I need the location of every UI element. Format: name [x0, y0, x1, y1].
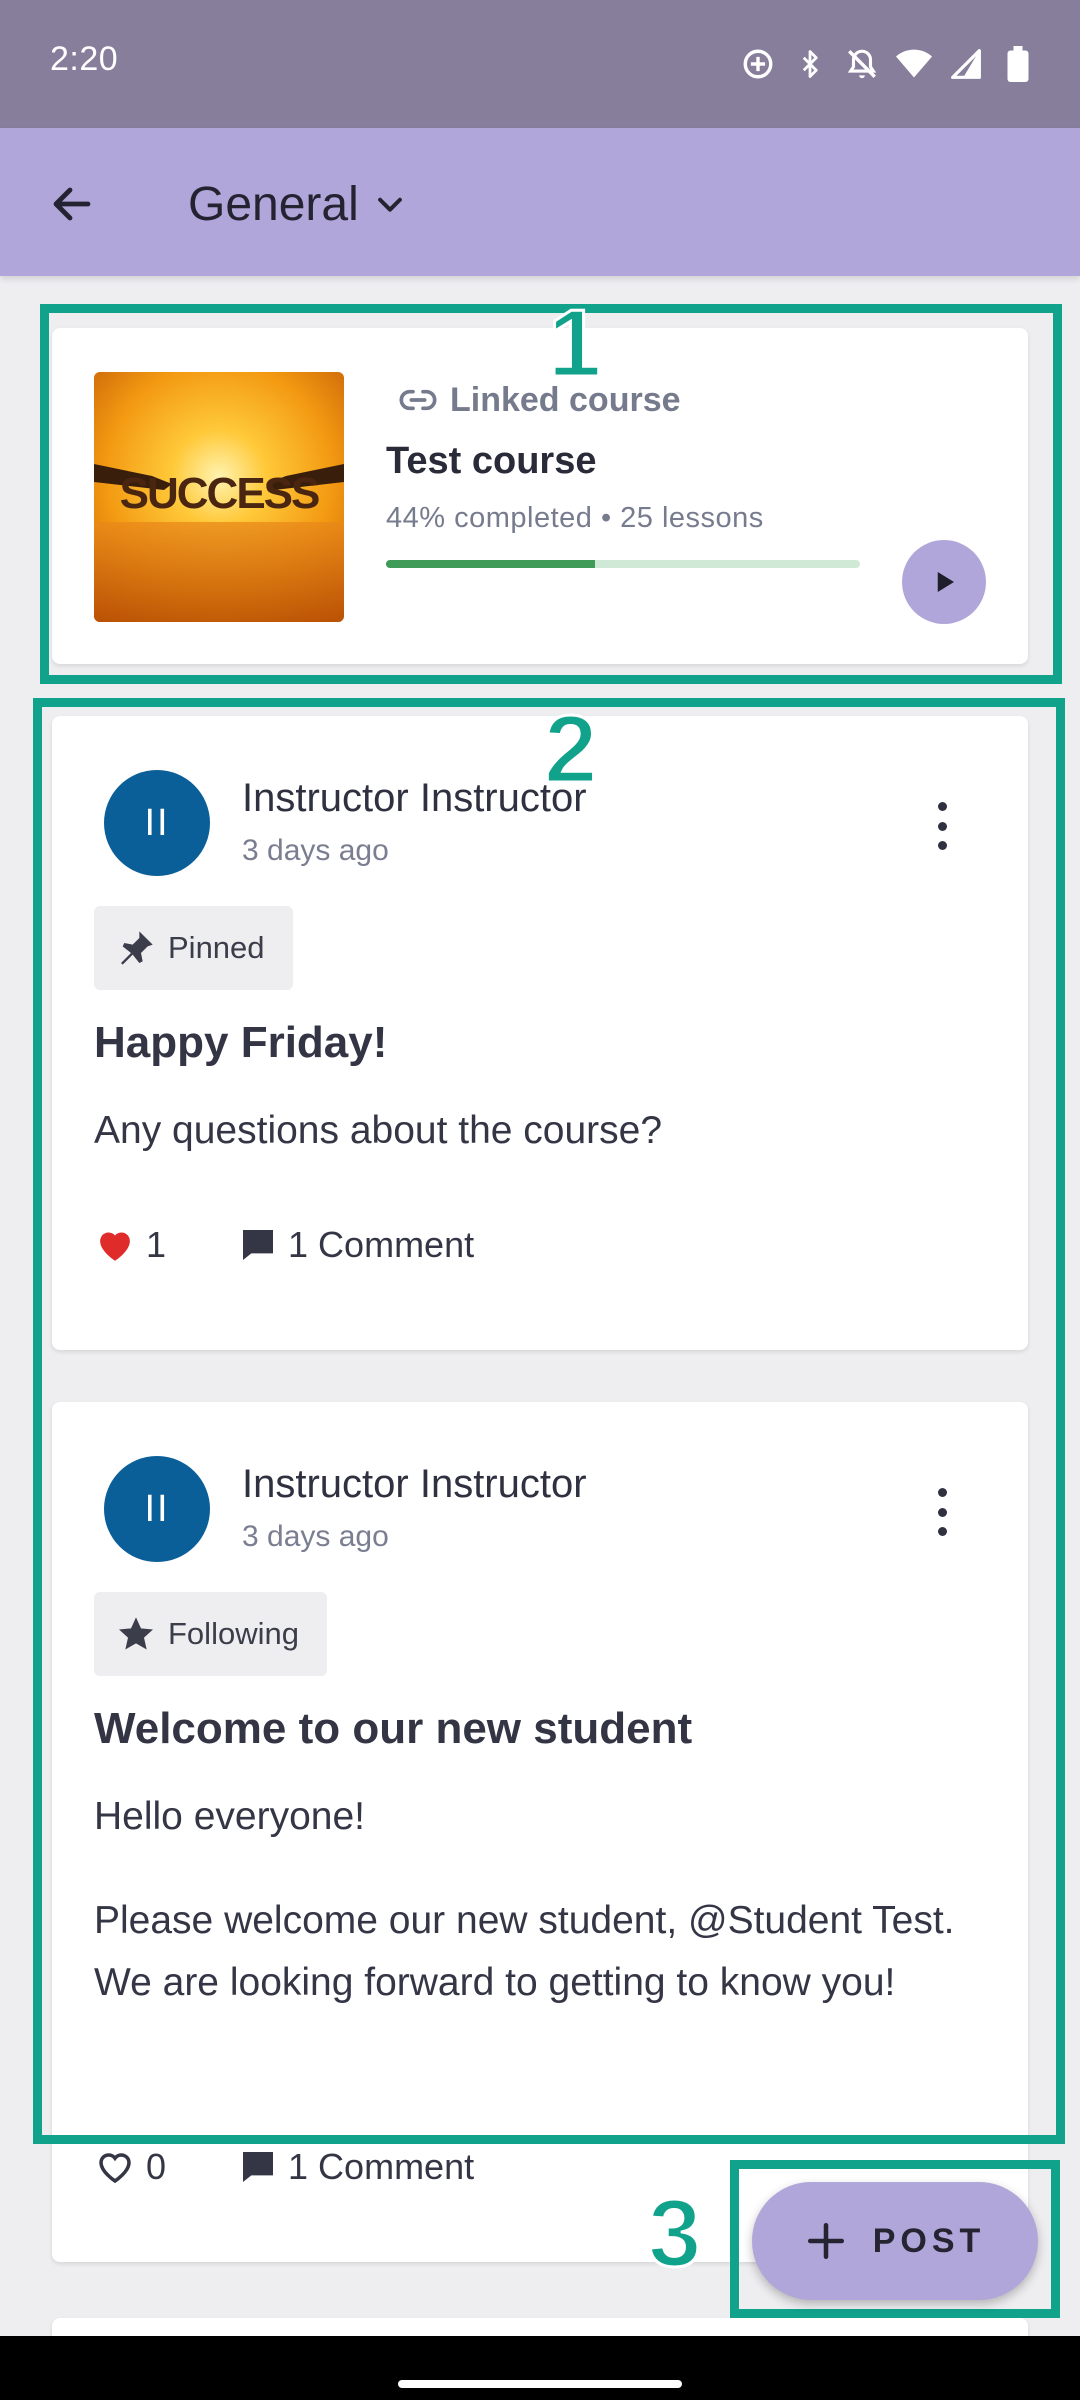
like-count: 0: [146, 2146, 167, 2187]
arrow-back-icon: [53, 187, 91, 221]
annotation-number-1: 1: [546, 290, 602, 397]
wifi-icon: [896, 44, 932, 84]
new-post-button[interactable]: POST: [752, 2182, 1038, 2300]
comment-button[interactable]: 1 Comment: [238, 2146, 474, 2188]
channel-selector[interactable]: General: [188, 172, 407, 236]
comment-icon: [243, 2152, 274, 2182]
like-button[interactable]: 0: [94, 2146, 166, 2188]
battery-icon: [1000, 44, 1036, 84]
bluetooth-icon: [792, 44, 828, 84]
home-gesture-handle[interactable]: [398, 2380, 682, 2388]
status-time: 2:20: [50, 40, 119, 78]
post-reactions: 0 1 Comment: [94, 2146, 474, 2188]
annotation-number-2: 2: [542, 696, 598, 803]
page-title: General: [188, 177, 359, 231]
heart-outline-icon: [99, 2153, 131, 2184]
data-saver-icon: [740, 44, 776, 84]
annotation-number-3: 3: [646, 2180, 702, 2287]
comment-count: 1 Comment: [288, 2146, 475, 2187]
notifications-off-icon: [844, 44, 880, 84]
system-navigation-bar: [0, 2336, 1080, 2400]
new-post-label: POST: [872, 2221, 986, 2260]
status-bar: 2:20: [0, 0, 1080, 128]
status-icons: [740, 44, 1036, 84]
app-bar: General: [0, 128, 1080, 276]
cellular-signal-icon: [948, 44, 984, 84]
annotation-box-2: [33, 698, 1065, 2144]
plus-icon: [807, 2222, 844, 2260]
chevron-down-icon: [377, 197, 402, 212]
back-button[interactable]: [40, 172, 104, 236]
